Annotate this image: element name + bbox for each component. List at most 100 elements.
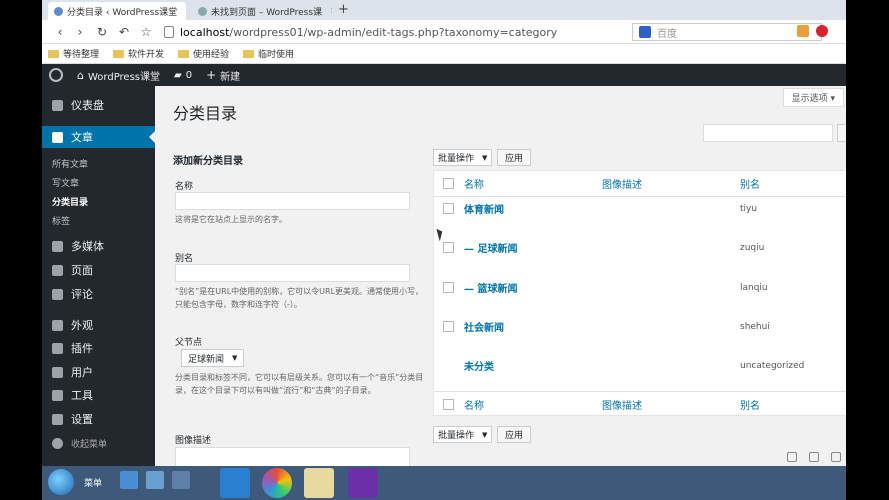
menu-comments[interactable]: 评论 bbox=[42, 283, 155, 305]
windows-start-icon[interactable] bbox=[48, 469, 74, 495]
search-categories-input[interactable] bbox=[703, 124, 833, 142]
bookmark-folder[interactable]: 临时使用 bbox=[243, 47, 294, 60]
bookmark-folder[interactable]: 使用经验 bbox=[178, 47, 229, 60]
network-icon[interactable] bbox=[172, 471, 190, 489]
wordpress-logo-icon[interactable] bbox=[42, 64, 70, 86]
menu-dashboard[interactable]: 仪表盘 bbox=[42, 94, 155, 116]
search-input[interactable]: 百度 bbox=[632, 23, 822, 41]
apply-button-bottom[interactable]: 应用 bbox=[497, 426, 532, 443]
search-categories-button[interactable] bbox=[837, 124, 846, 142]
submenu-new-post[interactable]: 写文章 bbox=[42, 173, 155, 191]
page-icon bbox=[52, 264, 63, 276]
menu-collapse[interactable]: 收起菜单 bbox=[42, 432, 155, 454]
wrench-icon bbox=[52, 389, 63, 401]
forward-icon[interactable]: › bbox=[72, 23, 88, 41]
opera-icon[interactable] bbox=[816, 25, 828, 37]
menu-label: 页面 bbox=[71, 264, 93, 277]
comments-link[interactable]: ▰ 0 bbox=[167, 64, 199, 86]
bookmark-label: 使用经验 bbox=[193, 50, 230, 60]
desktop-icon[interactable] bbox=[120, 471, 138, 489]
category-name-link[interactable]: 社会新闻 bbox=[464, 319, 504, 334]
close-tab-icon[interactable]: × bbox=[330, 6, 332, 16]
add-category-heading: 添加新分类目录 bbox=[173, 156, 243, 167]
file-explorer-icon[interactable] bbox=[304, 468, 334, 498]
category-name-link[interactable]: 体育新闻 bbox=[464, 201, 504, 216]
taskbar-menu-label[interactable]: 菜单 bbox=[84, 476, 102, 489]
bookmark-star-icon[interactable]: ☆ bbox=[138, 23, 154, 41]
category-name-link[interactable]: — 篮球新闻 bbox=[464, 280, 517, 295]
name-field[interactable] bbox=[175, 192, 410, 210]
screen-options-button[interactable]: 显示选项 ▾ bbox=[782, 88, 844, 107]
table-row: 社会新闻 shehui bbox=[434, 307, 846, 346]
new-tab-button[interactable]: + bbox=[338, 2, 349, 17]
menu-label: 文章 bbox=[71, 131, 93, 144]
menu-posts[interactable]: 文章 bbox=[42, 126, 155, 148]
category-name-link[interactable]: 未分类 bbox=[464, 358, 494, 373]
column-name-footer[interactable]: 名称 bbox=[464, 397, 484, 412]
tab-title: 未找到页面 – WordPress课 bbox=[211, 7, 323, 18]
parent-select[interactable]: 足球新闻 ▼ bbox=[181, 349, 245, 367]
site-name-link[interactable]: ⌂ WordPress课堂 bbox=[70, 64, 167, 86]
slug-field[interactable] bbox=[175, 264, 410, 282]
submenu-all-posts[interactable]: 所有文章 bbox=[42, 154, 155, 172]
reload-icon[interactable]: ↻ bbox=[94, 23, 110, 41]
category-name-link[interactable]: — 足球新闻 bbox=[464, 240, 517, 255]
comment-bubble-icon: ▰ bbox=[174, 69, 182, 81]
table-row: 体育新闻 tiyu bbox=[434, 189, 846, 228]
menu-media[interactable]: 多媒体 bbox=[42, 235, 155, 257]
pin-icon bbox=[52, 131, 63, 143]
tab-title: 分类目录 ‹ WordPress课堂 bbox=[67, 7, 178, 18]
back-icon[interactable]: ‹ bbox=[52, 23, 68, 41]
select-all-checkbox[interactable] bbox=[443, 178, 454, 189]
menu-tools[interactable]: 工具 bbox=[42, 384, 155, 406]
menu-label: 设置 bbox=[71, 413, 93, 426]
extension-icon[interactable] bbox=[797, 25, 809, 37]
address-bar[interactable]: localhost /wordpress01/wp-admin/edit-tag… bbox=[164, 23, 662, 41]
visual-studio-icon[interactable] bbox=[348, 468, 378, 498]
comments-count: 0 bbox=[185, 69, 193, 81]
url-path: /wordpress01/wp-admin/edit-tags.php?taxo… bbox=[229, 25, 558, 39]
column-slug-footer[interactable]: 别名 bbox=[740, 397, 760, 412]
submenu-tags[interactable]: 标签 bbox=[42, 211, 155, 229]
pin-icon[interactable] bbox=[787, 452, 797, 462]
undo-icon[interactable]: ↶ bbox=[116, 23, 132, 41]
refresh-icon[interactable] bbox=[809, 452, 819, 462]
folder-icon bbox=[48, 49, 59, 58]
apply-button[interactable]: 应用 bbox=[497, 149, 532, 166]
folder-icon bbox=[243, 49, 255, 58]
category-slug: uncategorized bbox=[740, 360, 805, 371]
menu-plugins[interactable]: 插件 bbox=[42, 337, 155, 359]
menu-appearance[interactable]: 外观 bbox=[42, 314, 155, 336]
browser-app-icon[interactable] bbox=[262, 468, 292, 498]
bookmark-folder[interactable]: 软件开发 bbox=[113, 47, 164, 60]
close-tab-icon[interactable]: × bbox=[185, 6, 186, 16]
menu-label: 工具 bbox=[71, 389, 93, 402]
folder-icon bbox=[113, 49, 125, 58]
bulk-actions-select-bottom[interactable]: 批量操作 ▼ bbox=[433, 426, 493, 443]
main-content: 显示选项 ▾ 分类目录 添加新分类目录 名称 这将是它在站点上显示的名字。 别名… bbox=[155, 86, 846, 466]
user-icon bbox=[52, 366, 63, 378]
description-field[interactable] bbox=[175, 447, 410, 466]
menu-users[interactable]: 用户 bbox=[42, 361, 155, 383]
tab-not-found[interactable]: 未找到页面 – WordPress课 × bbox=[192, 2, 332, 20]
row-checkbox[interactable] bbox=[443, 203, 454, 214]
window-switch-icon[interactable] bbox=[146, 471, 164, 489]
writer-app-icon[interactable] bbox=[220, 468, 250, 498]
row-checkbox[interactable] bbox=[443, 321, 454, 332]
menu-pages[interactable]: 页面 bbox=[42, 259, 155, 281]
row-checkbox[interactable] bbox=[443, 242, 454, 253]
trash-icon[interactable] bbox=[831, 452, 841, 462]
tab-categories[interactable]: 分类目录 ‹ WordPress课堂 × bbox=[48, 2, 186, 20]
menu-label: 用户 bbox=[71, 366, 93, 379]
bookmark-folder[interactable]: 等待整理 bbox=[48, 47, 99, 60]
submenu-categories[interactable]: 分类目录 bbox=[42, 192, 155, 210]
select-all-checkbox[interactable] bbox=[443, 399, 454, 410]
column-description-footer[interactable]: 图像描述 bbox=[602, 397, 642, 412]
category-slug: zuqiu bbox=[740, 242, 765, 253]
row-checkbox[interactable] bbox=[443, 282, 454, 293]
bulk-actions-select[interactable]: 批量操作 ▼ bbox=[433, 149, 493, 166]
menu-settings[interactable]: 设置 bbox=[42, 408, 155, 430]
bookmarks-bar: 等待整理 软件开发 使用经验 临时使用 bbox=[42, 44, 846, 64]
new-content-link[interactable]: + 新建 bbox=[199, 64, 247, 86]
plugin-icon bbox=[52, 342, 63, 354]
